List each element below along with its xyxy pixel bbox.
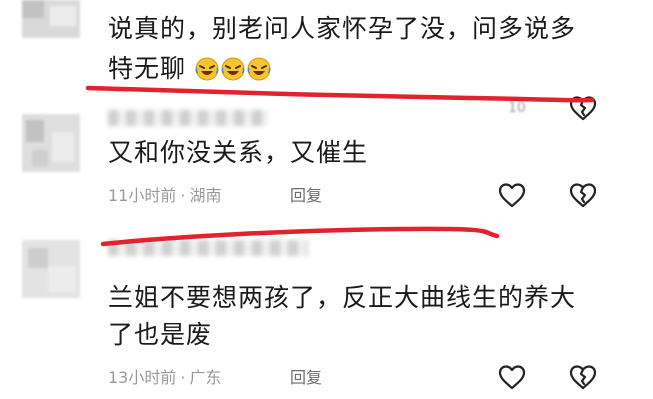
laughing-tears-emoji-icon	[195, 57, 219, 81]
avatar-comment-3[interactable]	[22, 240, 80, 298]
broken-heart-icon[interactable]	[568, 362, 598, 392]
broken-heart-icon[interactable]	[568, 93, 598, 123]
comment-1-text-line1: 说真的，别老问人家怀孕了没，问多说多	[108, 14, 577, 43]
highlight-strokes	[85, 85, 595, 247]
heart-outline-icon[interactable]	[497, 180, 527, 210]
comment-3-meta: 13小时前 · 广东	[108, 368, 221, 388]
heart-outline-icon[interactable]	[497, 362, 527, 392]
comment-2-text: 又和你没关系，又催生	[108, 138, 369, 167]
comment-2-location: 湖南	[189, 186, 222, 205]
comment-3-time: 13小时前	[108, 368, 177, 387]
comment-2-username-blurred[interactable]	[108, 110, 268, 126]
laughing-tears-emoji-icon	[221, 57, 245, 81]
laughing-tears-emoji-icon	[247, 57, 271, 81]
comment-3-reply-button[interactable]: 回复	[290, 368, 322, 388]
comment-3-text-line2: 了也是废	[108, 320, 213, 349]
meta-separator: ·	[180, 186, 186, 205]
comment-1-text-line2: 特无聊	[108, 50, 273, 88]
avatar-comment-1[interactable]	[22, 0, 80, 38]
comment-2-reply-button[interactable]: 回复	[290, 186, 322, 206]
comment-3-location: 广东	[189, 368, 222, 387]
comment-1-like-count: 10	[508, 100, 526, 116]
comment-3-text-line1: 兰姐不要想两孩了，反正大曲线生的养大	[108, 283, 577, 312]
comment-2-time: 11小时前	[108, 186, 177, 205]
meta-separator: ·	[180, 368, 186, 387]
comment-1-text-line2-label: 特无聊	[108, 54, 187, 83]
comment-2-meta: 11小时前 · 湖南	[108, 186, 221, 206]
highlight-stroke-1	[85, 85, 595, 103]
avatar-comment-2[interactable]	[22, 114, 80, 172]
broken-heart-icon[interactable]	[568, 180, 598, 210]
comment-3-username-blurred[interactable]	[108, 240, 308, 256]
